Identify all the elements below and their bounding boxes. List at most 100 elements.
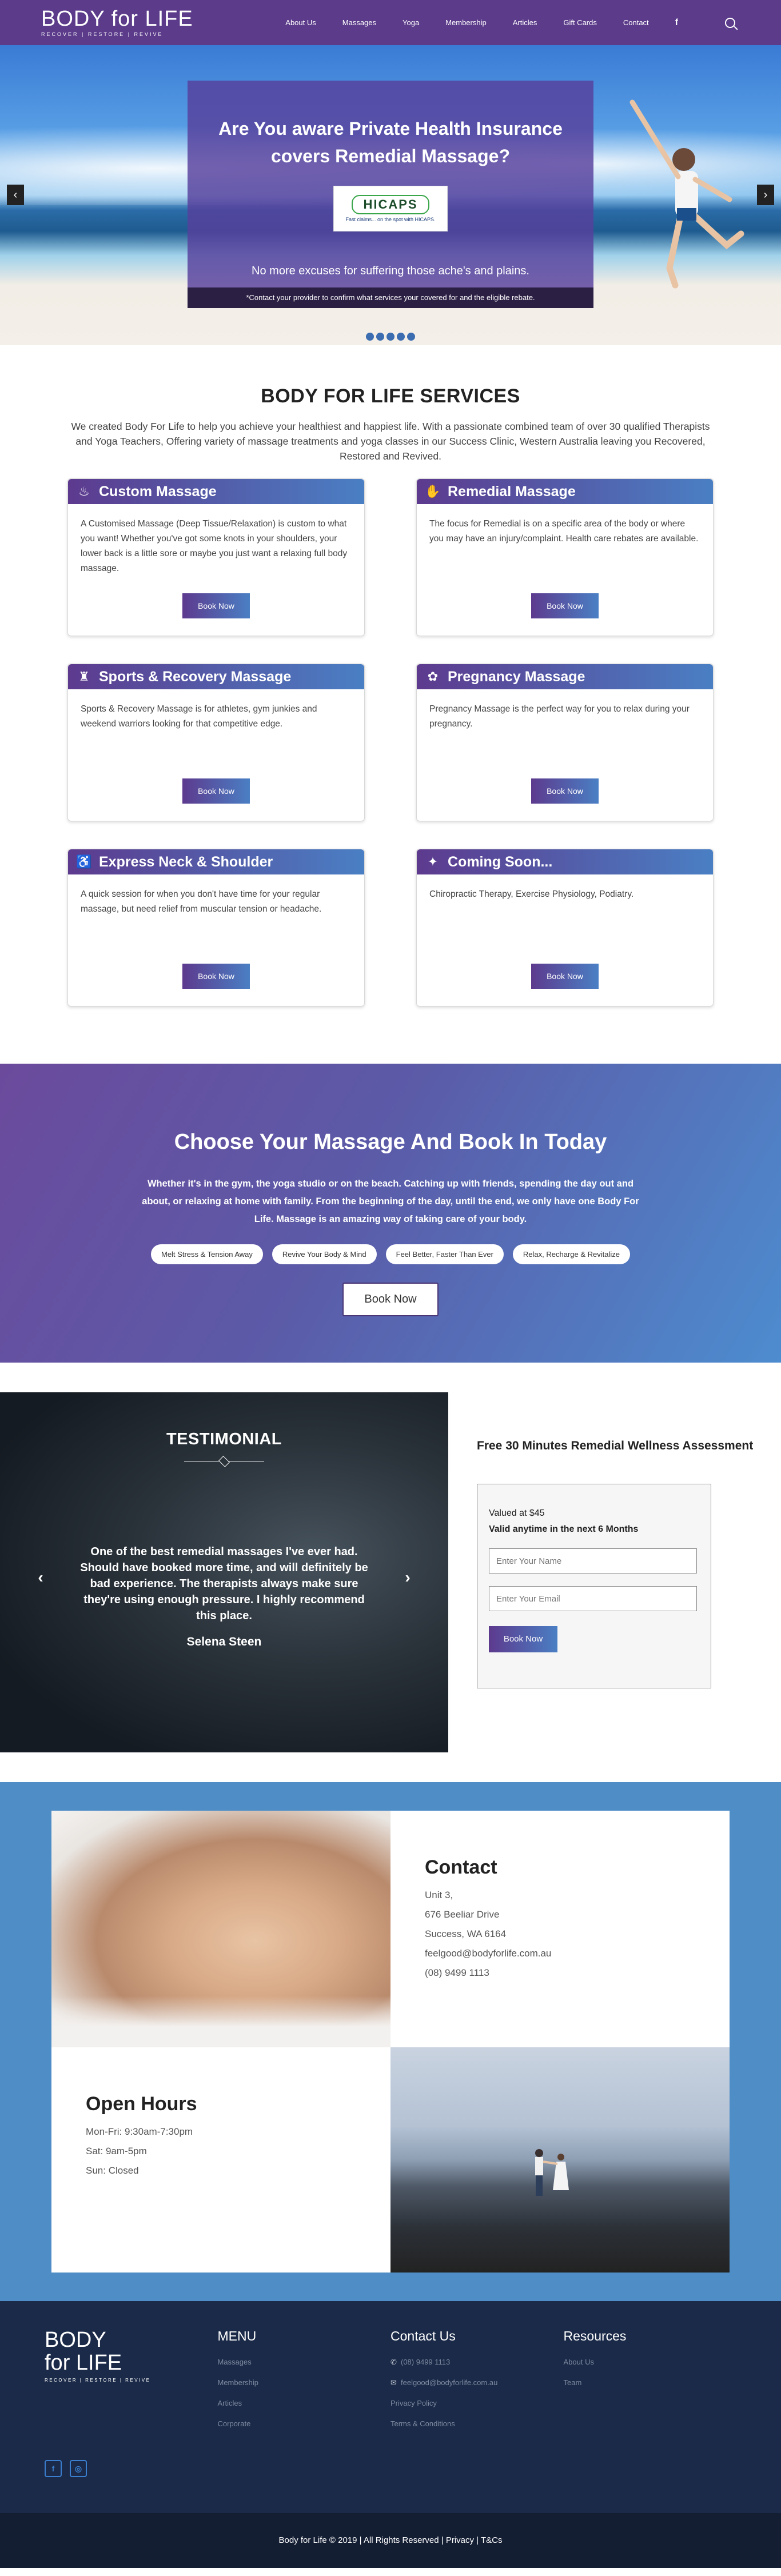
card-header: ♜ Sports & Recovery Massage xyxy=(68,664,364,689)
open-hours: Open Hours Mon-Fri: 9:30am-7:30pm Sat: 9… xyxy=(51,2047,390,2273)
book-now-button[interactable]: Book Now xyxy=(531,964,599,989)
nav-articles[interactable]: Articles xyxy=(513,18,537,27)
contact-email[interactable]: feelgood@bodyforlife.com.au xyxy=(425,1948,551,1959)
hours-weekdays: Mon-Fri: 9:30am-7:30pm xyxy=(86,2126,193,2137)
hicaps-logo-text: HICAPS xyxy=(352,195,429,214)
card-title: Custom Massage xyxy=(99,483,217,500)
footer-link-articles[interactable]: Articles xyxy=(218,2393,391,2414)
hours-heading: Open Hours xyxy=(86,2093,197,2115)
nav-about-us[interactable]: About Us xyxy=(285,18,316,27)
facebook-icon[interactable]: f xyxy=(675,18,678,28)
choose-text: Whether it's in the gym, the yoga studio… xyxy=(142,1179,639,1224)
contact-lines: Unit 3, 676 Beeliar Drive Success, WA 61… xyxy=(425,1886,730,1983)
testimonial-prev-arrow[interactable]: ‹ xyxy=(32,1566,49,1589)
footer-link-membership[interactable]: Membership xyxy=(218,2373,391,2393)
copyright-bar: Body for Life © 2019 | All Rights Reserv… xyxy=(0,2513,781,2568)
coming-soon-icon: ✦ xyxy=(427,854,439,869)
card-title: Pregnancy Massage xyxy=(448,668,585,685)
hicaps-logo: HICAPS Fast claims... on the spot with H… xyxy=(333,186,448,231)
testimonial-slider: TESTIMONIAL One of the best remedial mas… xyxy=(0,1392,448,1752)
nav-gift-cards[interactable]: Gift Cards xyxy=(563,18,597,27)
benefit-pill: Feel Better, Faster Than Ever xyxy=(385,1244,504,1264)
hero-banner: Are You aware Private Health Insurance c… xyxy=(188,81,593,308)
services-intro: We created Body For Life to help you ach… xyxy=(71,421,710,462)
card-header: ✦ Coming Soon... xyxy=(417,849,713,874)
search-icon[interactable] xyxy=(725,17,735,28)
slide-dot[interactable] xyxy=(366,333,374,341)
footer-link-massages[interactable]: Massages xyxy=(218,2352,391,2373)
footer-link-privacy[interactable]: Privacy Policy xyxy=(390,2393,564,2414)
footer-logo-line-2: for LIFE xyxy=(45,2351,122,2375)
book-now-button[interactable]: Book Now xyxy=(182,964,250,989)
footer-email[interactable]: ✉ feelgood@bodyforlife.com.au xyxy=(390,2373,564,2393)
contact-section: Contact Unit 3, 676 Beeliar Drive Succes… xyxy=(0,1782,781,2301)
offer-value: Valued at $45 xyxy=(489,1508,545,1518)
nav-membership[interactable]: Membership xyxy=(445,18,487,27)
slide-dot[interactable] xyxy=(407,333,415,341)
services-section: BODY FOR LIFE SERVICES We created Body F… xyxy=(0,345,781,1041)
footer-menu: MENU Massages Membership Articles Corpor… xyxy=(218,2329,391,2434)
address-line-2: 676 Beeliar Drive xyxy=(425,1909,500,1920)
contact-phone[interactable]: (08) 9499 1113 xyxy=(425,1963,730,1983)
book-now-button[interactable]: Book Now xyxy=(182,778,250,804)
book-now-button[interactable]: Book Now xyxy=(531,593,599,618)
slide-dot[interactable] xyxy=(386,333,395,341)
hours-saturday: Sat: 9am-5pm xyxy=(86,2146,147,2156)
phone-icon: ✆ xyxy=(390,2358,397,2366)
slide-dot[interactable] xyxy=(376,333,384,341)
card-title: Express Neck & Shoulder xyxy=(99,853,273,870)
service-card-pregnancy-massage: ✿ Pregnancy Massage Pregnancy Massage is… xyxy=(416,664,714,821)
footer-link-corporate[interactable]: Corporate xyxy=(218,2414,391,2434)
footer-link-team[interactable]: Team xyxy=(564,2373,737,2393)
offer-book-now-button[interactable]: Book Now xyxy=(489,1626,557,1652)
testimonial-quote: One of the best remedial massages I've e… xyxy=(80,1545,368,1622)
email-input[interactable] xyxy=(489,1586,697,1611)
contact-heading: Contact xyxy=(425,1856,497,1878)
hero-slide-dots xyxy=(366,333,415,341)
pregnancy-icon: ✿ xyxy=(427,669,439,684)
footer-logo[interactable]: BODY for LIFE RECOVER | RESTORE | REVIVE xyxy=(45,2329,218,2434)
instagram-icon[interactable]: ◎ xyxy=(70,2460,87,2477)
hours-lines: Mon-Fri: 9:30am-7:30pm Sat: 9am-5pm Sun:… xyxy=(86,2122,390,2180)
service-card-express-neck: ♿ Express Neck & Shoulder A quick sessio… xyxy=(67,849,365,1007)
logo-title: BODY for LIFE xyxy=(41,7,193,31)
book-now-button[interactable]: Book Now xyxy=(531,778,599,804)
hero-note: *Contact your provider to confirm what s… xyxy=(188,287,593,308)
footer-link-about-us[interactable]: About Us xyxy=(564,2352,737,2373)
testimonial-next-arrow[interactable]: › xyxy=(399,1566,416,1589)
free-assessment-offer: Free 30 Minutes Remedial Wellness Assess… xyxy=(448,1392,781,1752)
address-line-1: Unit 3, xyxy=(425,1890,453,1900)
footer-logo-line-1: BODY xyxy=(45,2328,106,2352)
nav-contact[interactable]: Contact xyxy=(623,18,649,27)
choose-book-now-button[interactable]: Book Now xyxy=(342,1283,439,1316)
service-card-remedial-massage: ✋ Remedial Massage The focus for Remedia… xyxy=(416,478,714,636)
massage-icon: ♨ xyxy=(78,484,90,498)
footer-phone[interactable]: ✆ (08) 9499 1113 xyxy=(390,2352,564,2373)
footer-columns: BODY for LIFE RECOVER | RESTORE | REVIVE… xyxy=(45,2329,736,2434)
benefit-pill: Melt Stress & Tension Away xyxy=(150,1244,263,1264)
card-body: Sports & Recovery Massage is for athlete… xyxy=(81,704,317,729)
slide-dot[interactable] xyxy=(397,333,405,341)
benefit-pill: Relax, Recharge & Revitalize xyxy=(512,1244,630,1264)
service-card-coming-soon: ✦ Coming Soon... Chiropractic Therapy, E… xyxy=(416,849,714,1007)
card-header: ♿ Express Neck & Shoulder xyxy=(68,849,364,874)
name-input[interactable] xyxy=(489,1548,697,1573)
card-title: Coming Soon... xyxy=(448,853,553,870)
service-card-sports-recovery: ♜ Sports & Recovery Massage Sports & Rec… xyxy=(67,664,365,821)
book-now-button[interactable]: Book Now xyxy=(182,593,250,618)
couple-silhouette xyxy=(535,2149,569,2196)
massage-photo xyxy=(51,1811,390,2047)
facebook-icon[interactable]: f xyxy=(45,2460,62,2477)
offer-validity: Valid anytime in the next 6 Months xyxy=(489,1524,639,1534)
main-nav: About Us Massages Yoga Membership Articl… xyxy=(285,0,735,45)
hero-next-arrow[interactable]: › xyxy=(757,185,774,205)
ornament-divider xyxy=(184,1457,264,1465)
hero-prev-arrow[interactable]: ‹ xyxy=(7,185,24,205)
service-card-custom-massage: ♨ Custom Massage A Customised Massage (D… xyxy=(67,478,365,636)
footer-link-terms[interactable]: Terms & Conditions xyxy=(390,2414,564,2434)
logo[interactable]: BODY for LIFE RECOVER | RESTORE | REVIVE xyxy=(41,8,193,37)
card-body: A quick session for when you don't have … xyxy=(81,889,322,914)
contact-details: Contact Unit 3, 676 Beeliar Drive Succes… xyxy=(390,1811,730,2047)
nav-yoga[interactable]: Yoga xyxy=(403,18,419,27)
nav-massages[interactable]: Massages xyxy=(342,18,376,27)
